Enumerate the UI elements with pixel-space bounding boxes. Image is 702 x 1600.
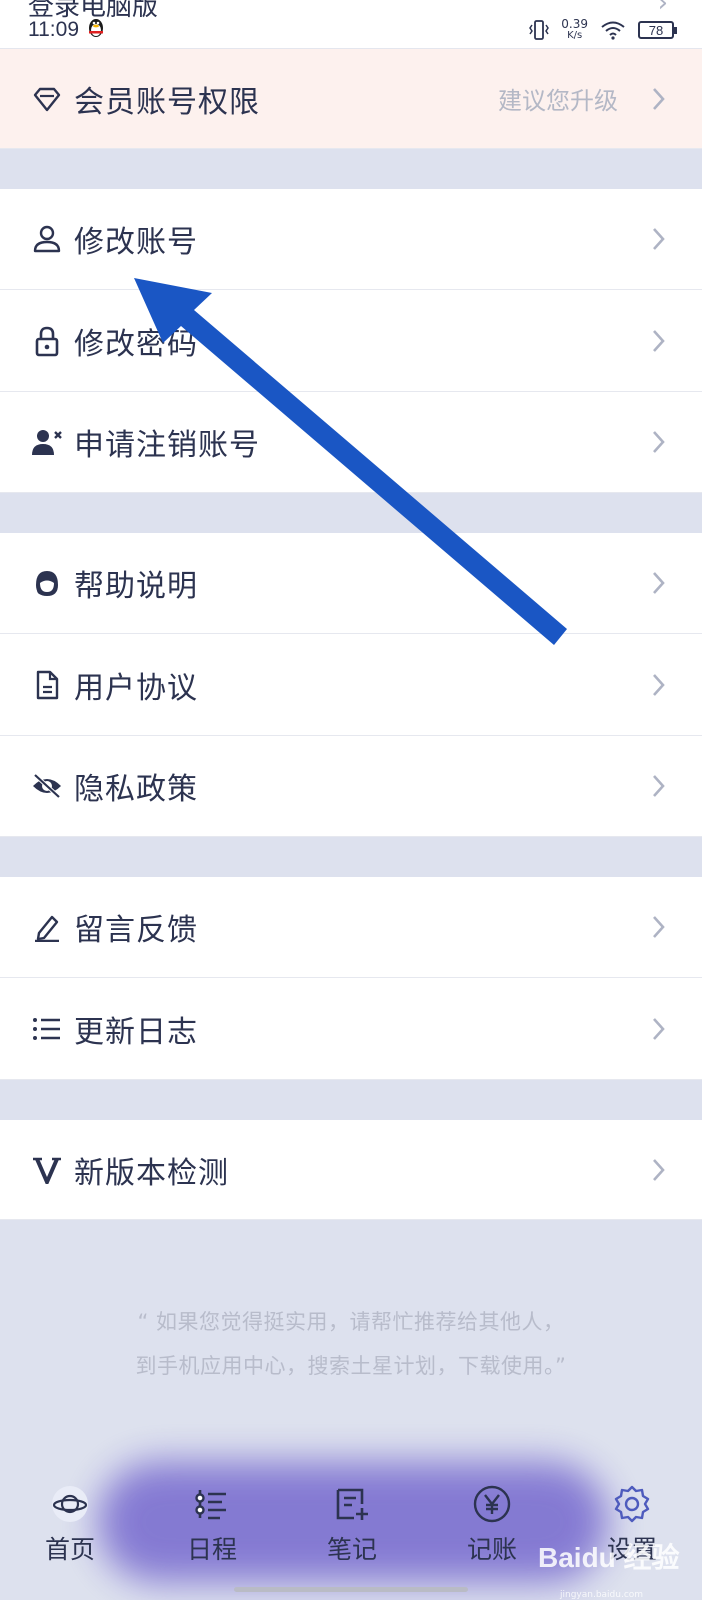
tab-schedule-label: 日程 xyxy=(186,1535,237,1564)
tab-home[interactable]: 首页 xyxy=(10,1474,130,1574)
qq-penguin-icon xyxy=(89,19,103,37)
chevron-right-icon xyxy=(653,228,665,250)
change-password-row[interactable]: 修改密码 xyxy=(0,290,702,392)
chevron-right-icon xyxy=(653,916,665,938)
user-agreement-row[interactable]: 用户协议 xyxy=(0,634,702,736)
cancel-account-label: 申请注销账号 xyxy=(74,428,260,463)
feedback-label: 留言反馈 xyxy=(74,913,198,948)
recommend-text-line2: 到手机应用中心，搜索土星计划，下载使用。” xyxy=(135,1354,567,1378)
document-icon xyxy=(31,669,63,701)
user-agreement-label: 用户协议 xyxy=(74,670,198,706)
chevron-right-icon xyxy=(653,775,665,797)
changelog-row[interactable]: 更新日志 xyxy=(0,978,702,1080)
edit-account-label: 修改账号 xyxy=(74,225,198,260)
support-agent-icon xyxy=(31,567,63,599)
recommend-text-line1: “ 如果您觉得挺实用，请帮忙推荐给其他人， xyxy=(137,1310,565,1334)
chevron-right-icon xyxy=(653,673,665,696)
status-time: 11:09 xyxy=(28,18,79,41)
tab-accounting[interactable]: 记账 xyxy=(432,1474,552,1574)
net-speed-value: 0.39 xyxy=(561,17,588,31)
note-add-icon xyxy=(330,1482,374,1526)
schedule-icon xyxy=(190,1482,234,1526)
help-label: 帮助说明 xyxy=(74,569,198,604)
member-permissions-row[interactable]: 会员账号权限 建议您升级 xyxy=(0,49,702,149)
home-indicator[interactable] xyxy=(234,1587,468,1592)
baidu-watermark: Baidu 经验 xyxy=(538,1542,680,1573)
changelog-label: 更新日志 xyxy=(74,1014,198,1050)
baidu-watermark-url: jingyan.baidu.com xyxy=(560,1590,644,1600)
edit-account-row[interactable]: 修改账号 xyxy=(0,189,702,290)
tab-home-label: 首页 xyxy=(44,1535,95,1564)
gear-icon xyxy=(610,1482,654,1526)
eye-off-icon xyxy=(31,770,63,802)
net-speed: 0.39 K/s xyxy=(561,18,588,42)
battery-indicator: 78 xyxy=(638,21,677,39)
diamond-icon xyxy=(31,83,63,115)
feedback-row[interactable]: 留言反馈 xyxy=(0,877,702,978)
yen-coin-icon xyxy=(470,1482,514,1526)
net-speed-unit: K/s xyxy=(567,30,583,41)
change-password-label: 修改密码 xyxy=(74,326,198,362)
pencil-icon xyxy=(31,911,63,943)
cancel-account-row[interactable]: 申请注销账号 xyxy=(0,392,702,493)
tab-schedule[interactable]: 日程 xyxy=(152,1474,272,1574)
privacy-policy-label: 隐私政策 xyxy=(74,772,198,807)
tab-notes-label: 笔记 xyxy=(326,1535,377,1564)
member-permissions-label: 会员账号权限 xyxy=(74,84,260,120)
wifi-icon xyxy=(601,21,625,40)
chevron-right-icon xyxy=(653,329,665,352)
user-icon xyxy=(31,223,63,255)
user-remove-icon xyxy=(31,426,63,458)
help-row[interactable]: 帮助说明 xyxy=(0,533,702,634)
planet-icon xyxy=(48,1482,92,1526)
tab-notes[interactable]: 笔记 xyxy=(292,1474,412,1574)
chevron-right-icon xyxy=(653,87,665,110)
chevron-right-icon xyxy=(653,1158,665,1181)
privacy-policy-row[interactable]: 隐私政策 xyxy=(0,736,702,837)
upgrade-hint: 建议您升级 xyxy=(498,87,618,115)
lock-icon xyxy=(31,325,63,357)
status-bar: 登录电脑版 › 11:09 0.39 K/s 78 xyxy=(0,0,702,49)
list-icon xyxy=(31,1013,63,1045)
chevron-right-icon xyxy=(653,1017,665,1040)
vibrate-icon xyxy=(529,20,550,40)
status-icons: 0.39 K/s 78 xyxy=(529,16,677,44)
chevron-right-icon xyxy=(653,431,665,453)
check-update-row[interactable]: 新版本检测 xyxy=(0,1120,702,1220)
v-icon xyxy=(31,1154,63,1186)
tab-accounting-label: 记账 xyxy=(466,1535,517,1564)
chevron-right-icon xyxy=(653,572,665,594)
check-update-label: 新版本检测 xyxy=(74,1155,229,1191)
